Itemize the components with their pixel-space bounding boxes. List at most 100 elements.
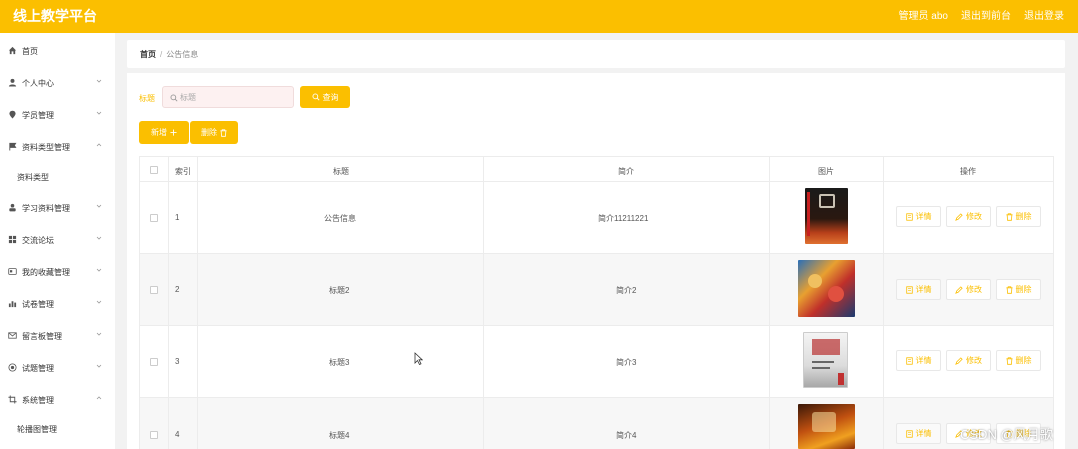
table-row: 3 标题3 简介3 详情 修改 删除 — [139, 326, 1054, 398]
logout-link[interactable]: 退出登录 — [1024, 7, 1064, 22]
trash-icon — [1005, 212, 1013, 221]
sidebar-item-label: 试卷管理 — [22, 300, 54, 309]
delete-button[interactable]: 删除 — [996, 350, 1041, 371]
breadcrumb-home[interactable]: 首页 — [140, 50, 156, 59]
trash-icon — [220, 128, 227, 137]
detail-button[interactable]: 详情 — [896, 279, 941, 300]
sidebar-subitem-material-type[interactable]: 资料类型 — [17, 172, 49, 183]
breadcrumb: 首页 / 公告信息 — [140, 49, 198, 60]
row-checkbox[interactable] — [150, 286, 158, 294]
chevron-down-icon — [96, 79, 102, 83]
mail-icon — [8, 332, 17, 339]
trash-icon — [1005, 285, 1013, 294]
delete-button[interactable]: 删除 — [996, 279, 1041, 300]
row-checkbox[interactable] — [150, 358, 158, 366]
sidebar-item-students[interactable]: 学员管理 — [0, 105, 115, 125]
document-icon — [905, 212, 913, 221]
sidebar-item-label: 首页 — [22, 47, 38, 56]
header-intro: 简介 — [618, 167, 634, 176]
admin-label[interactable]: 管理员 abo — [899, 7, 948, 22]
document-icon — [905, 285, 913, 294]
search-icon — [170, 94, 178, 102]
edit-button[interactable]: 修改 — [946, 279, 991, 300]
delete-button-label: 删除 — [201, 128, 217, 137]
breadcrumb-current: 公告信息 — [166, 50, 199, 59]
sidebar-item-exam-papers[interactable]: 试卷管理 — [0, 294, 115, 314]
select-all-checkbox[interactable] — [150, 166, 158, 174]
chevron-down-icon — [96, 364, 102, 368]
detail-button[interactable]: 详情 — [896, 423, 941, 444]
person-icon — [9, 203, 16, 212]
sidebar-item-label: 我的收藏管理 — [22, 268, 70, 277]
row-image-thumbnail[interactable] — [805, 188, 848, 244]
header-actions: 操作 — [960, 167, 976, 176]
detail-button[interactable]: 详情 — [896, 206, 941, 227]
delete-button[interactable]: 删除 — [996, 206, 1041, 227]
document-icon — [905, 356, 913, 365]
add-button[interactable]: 新增 — [139, 121, 189, 144]
edit-button[interactable]: 修改 — [946, 206, 991, 227]
row-image-thumbnail[interactable] — [803, 332, 848, 388]
edit-button[interactable]: 修改 — [946, 350, 991, 371]
header-title: 标题 — [333, 167, 349, 176]
row-index: 1 — [175, 213, 180, 222]
sidebar-item-questions[interactable]: 试题管理 — [0, 358, 115, 378]
location-icon — [9, 110, 16, 119]
search-button-label: 查询 — [322, 92, 339, 102]
batch-delete-button[interactable]: 删除 — [190, 121, 238, 144]
flag-icon — [9, 142, 17, 151]
sidebar-item-label: 系统管理 — [22, 396, 54, 405]
chevron-down-icon — [96, 204, 102, 208]
row-intro: 简介2 — [616, 286, 637, 295]
detail-button-label: 详情 — [915, 356, 932, 365]
document-icon — [905, 429, 913, 438]
sidebar-item-label: 试题管理 — [22, 364, 54, 373]
edit-button-label: 修改 — [966, 212, 982, 221]
row-title: 标题4 — [329, 431, 350, 440]
table-row: 2 标题2 简介2 详情 修改 删除 — [139, 254, 1054, 326]
row-intro: 简介4 — [616, 431, 637, 440]
watermark: CSDN @风月歌 — [960, 427, 1053, 442]
sidebar-item-label: 学习资料管理 — [22, 204, 70, 213]
detail-button[interactable]: 详情 — [896, 350, 941, 371]
trash-icon — [1005, 356, 1013, 365]
delete-button-label: 删除 — [1015, 212, 1032, 221]
chart-icon — [8, 301, 17, 308]
row-image-thumbnail[interactable] — [798, 404, 855, 449]
chevron-down-icon — [96, 332, 102, 336]
search-input[interactable] — [180, 90, 288, 104]
chevron-down-icon — [96, 268, 102, 272]
sidebar-item-label: 资料类型管理 — [22, 143, 70, 152]
row-checkbox[interactable] — [150, 431, 158, 439]
row-index: 2 — [175, 285, 180, 294]
row-index: 3 — [175, 357, 180, 366]
edit-icon — [955, 212, 963, 221]
row-image-thumbnail[interactable] — [798, 260, 855, 317]
sidebar-item-material-types[interactable]: 资料类型管理 — [0, 137, 115, 157]
sidebar-subitem-carousel[interactable]: 轮播图管理 — [17, 424, 57, 435]
search-button[interactable]: 查询 — [300, 86, 350, 108]
sidebar-item-message-board[interactable]: 留言板管理 — [0, 326, 115, 346]
mouse-cursor-icon — [414, 352, 423, 365]
sidebar-item-favorites[interactable]: 我的收藏管理 — [0, 262, 115, 282]
edit-button-label: 修改 — [966, 356, 982, 365]
sidebar-item-system[interactable]: 系统管理 — [0, 390, 115, 410]
row-index: 4 — [175, 430, 180, 439]
edit-icon — [955, 285, 963, 294]
row-checkbox[interactable] — [150, 214, 158, 222]
chevron-up-icon — [96, 143, 102, 147]
sidebar-item-home[interactable]: 首页 — [0, 41, 115, 61]
sidebar-item-label: 交流论坛 — [22, 236, 54, 245]
table-row: 4 标题4 简介4 详情 修改 删除 — [139, 398, 1054, 449]
search-field[interactable] — [162, 86, 294, 108]
sidebar-item-forum[interactable]: 交流论坛 — [0, 230, 115, 250]
delete-button-label: 删除 — [1015, 356, 1032, 365]
chevron-down-icon — [96, 236, 102, 240]
sidebar-item-label: 学员管理 — [22, 111, 54, 120]
exit-to-front-link[interactable]: 退出到前台 — [961, 7, 1011, 22]
sidebar-item-study-materials[interactable]: 学习资料管理 — [0, 198, 115, 218]
detail-button-label: 详情 — [915, 212, 932, 221]
search-label: 标题 — [139, 94, 155, 103]
sidebar-item-personal-center[interactable]: 个人中心 — [0, 73, 115, 93]
row-title: 标题3 — [329, 358, 350, 367]
